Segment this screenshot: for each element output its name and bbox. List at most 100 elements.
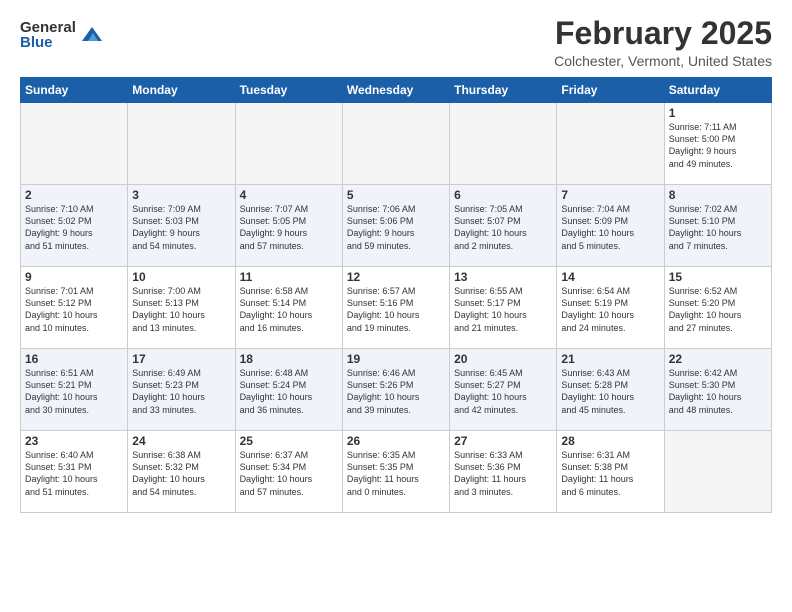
- day-info: Sunrise: 6:52 AM Sunset: 5:20 PM Dayligh…: [669, 285, 767, 334]
- weekday-header-thursday: Thursday: [450, 78, 557, 103]
- logo-icon: [78, 21, 106, 49]
- day-info: Sunrise: 6:46 AM Sunset: 5:26 PM Dayligh…: [347, 367, 445, 416]
- day-number: 25: [240, 434, 338, 448]
- day-info: Sunrise: 7:02 AM Sunset: 5:10 PM Dayligh…: [669, 203, 767, 252]
- day-number: 5: [347, 188, 445, 202]
- day-info: Sunrise: 6:42 AM Sunset: 5:30 PM Dayligh…: [669, 367, 767, 416]
- calendar-cell: 10Sunrise: 7:00 AM Sunset: 5:13 PM Dayli…: [128, 267, 235, 349]
- day-number: 20: [454, 352, 552, 366]
- day-number: 4: [240, 188, 338, 202]
- calendar-cell: [450, 103, 557, 185]
- day-info: Sunrise: 6:48 AM Sunset: 5:24 PM Dayligh…: [240, 367, 338, 416]
- calendar-cell: 18Sunrise: 6:48 AM Sunset: 5:24 PM Dayli…: [235, 349, 342, 431]
- calendar-cell: 22Sunrise: 6:42 AM Sunset: 5:30 PM Dayli…: [664, 349, 771, 431]
- week-row-4: 16Sunrise: 6:51 AM Sunset: 5:21 PM Dayli…: [21, 349, 772, 431]
- logo-blue: Blue: [20, 35, 76, 50]
- weekday-header-tuesday: Tuesday: [235, 78, 342, 103]
- day-number: 8: [669, 188, 767, 202]
- day-info: Sunrise: 7:10 AM Sunset: 5:02 PM Dayligh…: [25, 203, 123, 252]
- day-number: 24: [132, 434, 230, 448]
- day-number: 6: [454, 188, 552, 202]
- day-number: 21: [561, 352, 659, 366]
- calendar-cell: 27Sunrise: 6:33 AM Sunset: 5:36 PM Dayli…: [450, 431, 557, 513]
- day-number: 1: [669, 106, 767, 120]
- week-row-5: 23Sunrise: 6:40 AM Sunset: 5:31 PM Dayli…: [21, 431, 772, 513]
- calendar-cell: 8Sunrise: 7:02 AM Sunset: 5:10 PM Daylig…: [664, 185, 771, 267]
- calendar-cell: 11Sunrise: 6:58 AM Sunset: 5:14 PM Dayli…: [235, 267, 342, 349]
- weekday-header-row: SundayMondayTuesdayWednesdayThursdayFrid…: [21, 78, 772, 103]
- day-number: 2: [25, 188, 123, 202]
- calendar-cell: [21, 103, 128, 185]
- day-info: Sunrise: 6:51 AM Sunset: 5:21 PM Dayligh…: [25, 367, 123, 416]
- day-info: Sunrise: 7:11 AM Sunset: 5:00 PM Dayligh…: [669, 121, 767, 170]
- day-number: 19: [347, 352, 445, 366]
- calendar-cell: 26Sunrise: 6:35 AM Sunset: 5:35 PM Dayli…: [342, 431, 449, 513]
- day-number: 23: [25, 434, 123, 448]
- day-info: Sunrise: 6:33 AM Sunset: 5:36 PM Dayligh…: [454, 449, 552, 498]
- day-info: Sunrise: 7:09 AM Sunset: 5:03 PM Dayligh…: [132, 203, 230, 252]
- calendar-cell: 1Sunrise: 7:11 AM Sunset: 5:00 PM Daylig…: [664, 103, 771, 185]
- day-info: Sunrise: 6:58 AM Sunset: 5:14 PM Dayligh…: [240, 285, 338, 334]
- calendar-cell: 21Sunrise: 6:43 AM Sunset: 5:28 PM Dayli…: [557, 349, 664, 431]
- weekday-header-wednesday: Wednesday: [342, 78, 449, 103]
- day-number: 14: [561, 270, 659, 284]
- calendar-cell: 9Sunrise: 7:01 AM Sunset: 5:12 PM Daylig…: [21, 267, 128, 349]
- day-info: Sunrise: 6:55 AM Sunset: 5:17 PM Dayligh…: [454, 285, 552, 334]
- day-info: Sunrise: 6:54 AM Sunset: 5:19 PM Dayligh…: [561, 285, 659, 334]
- day-number: 3: [132, 188, 230, 202]
- week-row-3: 9Sunrise: 7:01 AM Sunset: 5:12 PM Daylig…: [21, 267, 772, 349]
- calendar-cell: 16Sunrise: 6:51 AM Sunset: 5:21 PM Dayli…: [21, 349, 128, 431]
- day-number: 26: [347, 434, 445, 448]
- day-number: 28: [561, 434, 659, 448]
- calendar-cell: 24Sunrise: 6:38 AM Sunset: 5:32 PM Dayli…: [128, 431, 235, 513]
- calendar-cell: 2Sunrise: 7:10 AM Sunset: 5:02 PM Daylig…: [21, 185, 128, 267]
- calendar-cell: 25Sunrise: 6:37 AM Sunset: 5:34 PM Dayli…: [235, 431, 342, 513]
- day-info: Sunrise: 6:35 AM Sunset: 5:35 PM Dayligh…: [347, 449, 445, 498]
- week-row-1: 1Sunrise: 7:11 AM Sunset: 5:00 PM Daylig…: [21, 103, 772, 185]
- day-info: Sunrise: 6:45 AM Sunset: 5:27 PM Dayligh…: [454, 367, 552, 416]
- day-info: Sunrise: 6:37 AM Sunset: 5:34 PM Dayligh…: [240, 449, 338, 498]
- day-number: 27: [454, 434, 552, 448]
- day-info: Sunrise: 7:05 AM Sunset: 5:07 PM Dayligh…: [454, 203, 552, 252]
- calendar-cell: [128, 103, 235, 185]
- day-number: 22: [669, 352, 767, 366]
- day-number: 7: [561, 188, 659, 202]
- logo-general: General: [20, 20, 76, 35]
- calendar-cell: 28Sunrise: 6:31 AM Sunset: 5:38 PM Dayli…: [557, 431, 664, 513]
- calendar-cell: [342, 103, 449, 185]
- calendar-cell: [664, 431, 771, 513]
- calendar-cell: 6Sunrise: 7:05 AM Sunset: 5:07 PM Daylig…: [450, 185, 557, 267]
- calendar-cell: [235, 103, 342, 185]
- day-info: Sunrise: 6:40 AM Sunset: 5:31 PM Dayligh…: [25, 449, 123, 498]
- day-info: Sunrise: 7:00 AM Sunset: 5:13 PM Dayligh…: [132, 285, 230, 334]
- weekday-header-monday: Monday: [128, 78, 235, 103]
- calendar-cell: 15Sunrise: 6:52 AM Sunset: 5:20 PM Dayli…: [664, 267, 771, 349]
- day-info: Sunrise: 6:43 AM Sunset: 5:28 PM Dayligh…: [561, 367, 659, 416]
- calendar-cell: 12Sunrise: 6:57 AM Sunset: 5:16 PM Dayli…: [342, 267, 449, 349]
- day-number: 9: [25, 270, 123, 284]
- day-info: Sunrise: 6:49 AM Sunset: 5:23 PM Dayligh…: [132, 367, 230, 416]
- calendar-cell: 7Sunrise: 7:04 AM Sunset: 5:09 PM Daylig…: [557, 185, 664, 267]
- calendar-cell: 14Sunrise: 6:54 AM Sunset: 5:19 PM Dayli…: [557, 267, 664, 349]
- day-number: 10: [132, 270, 230, 284]
- day-info: Sunrise: 7:07 AM Sunset: 5:05 PM Dayligh…: [240, 203, 338, 252]
- calendar-cell: 19Sunrise: 6:46 AM Sunset: 5:26 PM Dayli…: [342, 349, 449, 431]
- day-number: 12: [347, 270, 445, 284]
- calendar-cell: 20Sunrise: 6:45 AM Sunset: 5:27 PM Dayli…: [450, 349, 557, 431]
- weekday-header-friday: Friday: [557, 78, 664, 103]
- day-info: Sunrise: 7:04 AM Sunset: 5:09 PM Dayligh…: [561, 203, 659, 252]
- calendar-cell: 23Sunrise: 6:40 AM Sunset: 5:31 PM Dayli…: [21, 431, 128, 513]
- location-text: Colchester, Vermont, United States: [554, 53, 772, 69]
- calendar-cell: 13Sunrise: 6:55 AM Sunset: 5:17 PM Dayli…: [450, 267, 557, 349]
- weekday-header-sunday: Sunday: [21, 78, 128, 103]
- calendar: SundayMondayTuesdayWednesdayThursdayFrid…: [20, 77, 772, 513]
- day-number: 15: [669, 270, 767, 284]
- logo-text: General Blue: [20, 20, 76, 50]
- day-info: Sunrise: 6:57 AM Sunset: 5:16 PM Dayligh…: [347, 285, 445, 334]
- weekday-header-saturday: Saturday: [664, 78, 771, 103]
- day-number: 18: [240, 352, 338, 366]
- day-number: 16: [25, 352, 123, 366]
- day-info: Sunrise: 6:38 AM Sunset: 5:32 PM Dayligh…: [132, 449, 230, 498]
- day-info: Sunrise: 6:31 AM Sunset: 5:38 PM Dayligh…: [561, 449, 659, 498]
- month-year-title: February 2025: [554, 16, 772, 51]
